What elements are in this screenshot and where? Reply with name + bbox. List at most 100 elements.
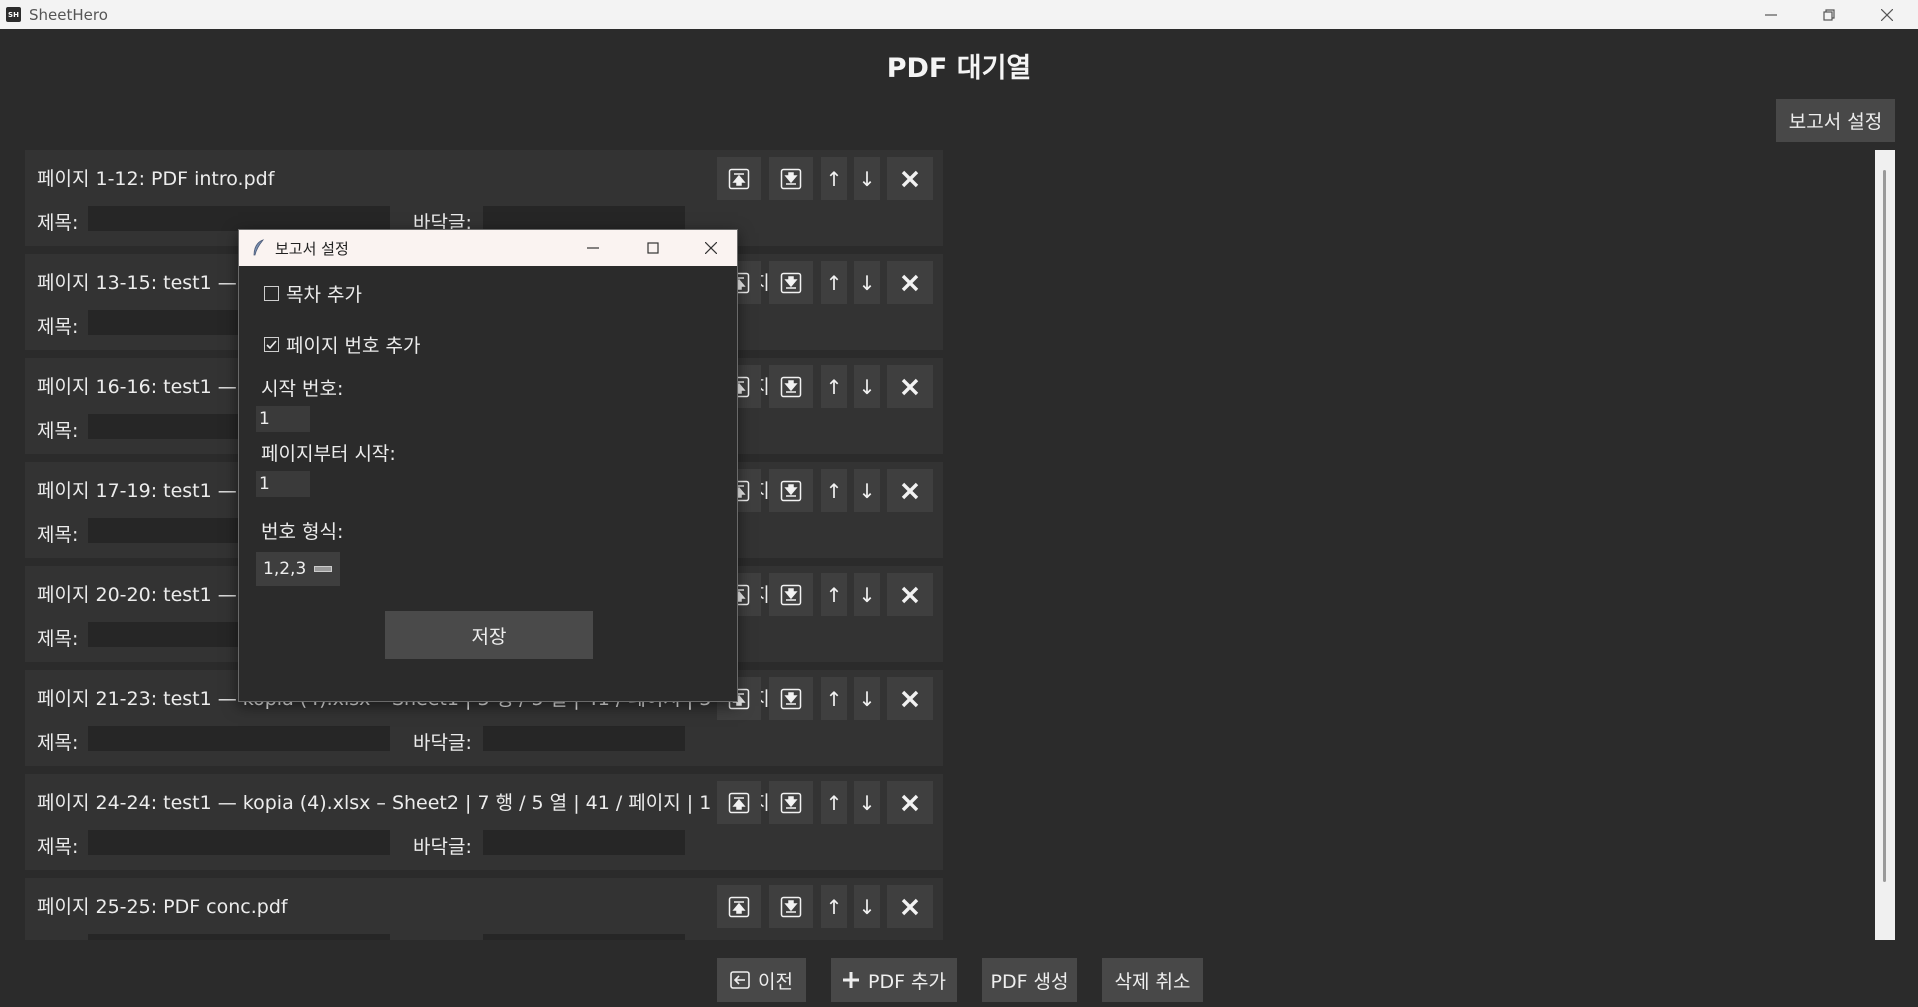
remove-entry-button[interactable] xyxy=(887,157,933,200)
dropdown-indicator-icon xyxy=(314,566,332,572)
toc-checkbox[interactable] xyxy=(264,286,279,301)
move-to-bottom-button[interactable] xyxy=(769,573,813,616)
save-button[interactable]: 저장 xyxy=(385,611,593,659)
start-from-page-label: 페이지부터 시작: xyxy=(261,443,396,465)
title-field-label: 제목: xyxy=(37,524,79,546)
move-down-button[interactable]: ↓ xyxy=(854,677,880,720)
move-down-button[interactable]: ↓ xyxy=(854,885,880,928)
remove-entry-button[interactable] xyxy=(887,885,933,928)
back-label: 이전 xyxy=(758,970,793,993)
dialog-titlebar: 보고서 설정 xyxy=(239,230,737,266)
scrollbar-thumb[interactable] xyxy=(1883,170,1886,882)
move-up-button[interactable]: ↑ xyxy=(821,261,847,304)
remove-entry-button[interactable] xyxy=(887,261,933,304)
move-up-button[interactable]: ↑ xyxy=(821,157,847,200)
minimize-icon xyxy=(587,247,599,249)
move-to-bottom-button[interactable] xyxy=(769,469,813,512)
move-down-button[interactable]: ↓ xyxy=(854,573,880,616)
back-button[interactable]: 이전 xyxy=(717,958,806,1002)
title-input[interactable] xyxy=(88,934,390,940)
move-up-button[interactable]: ↑ xyxy=(821,573,847,616)
title-field-label: 제목: xyxy=(37,836,79,858)
move-to-bottom-button[interactable] xyxy=(769,885,813,928)
minimize-button[interactable] xyxy=(1742,0,1800,29)
number-format-value: 1,2,3 xyxy=(263,559,307,579)
move-to-bottom-icon xyxy=(780,896,802,917)
window-titlebar: SH SheetHero xyxy=(0,0,1918,29)
remove-entry-button[interactable] xyxy=(887,365,933,408)
window-title: SheetHero xyxy=(29,5,108,24)
feather-icon xyxy=(253,239,265,256)
move-up-button[interactable]: ↑ xyxy=(821,365,847,408)
plus-icon xyxy=(842,972,859,988)
add-pdf-button[interactable]: PDF 추가 xyxy=(831,958,957,1002)
arrow-up-icon: ↑ xyxy=(825,790,843,815)
dialog-minimize-button[interactable] xyxy=(569,230,617,266)
title-input[interactable] xyxy=(88,830,390,855)
move-up-button[interactable]: ↑ xyxy=(821,885,847,928)
page-title: PDF 대기열 xyxy=(886,53,1032,84)
dialog-maximize-button[interactable] xyxy=(629,230,677,266)
delete-icon xyxy=(901,170,919,187)
move-up-button[interactable]: ↑ xyxy=(821,677,847,720)
close-icon xyxy=(705,242,717,254)
title-input[interactable] xyxy=(88,206,390,231)
minimize-icon xyxy=(1765,13,1777,16)
footer-field-label: 바닥글: xyxy=(413,836,472,858)
arrow-down-icon: ↓ xyxy=(858,166,876,191)
app-icon: SH xyxy=(6,7,21,22)
restore-icon xyxy=(1823,8,1835,21)
remove-entry-button[interactable] xyxy=(887,469,933,512)
footer-input[interactable] xyxy=(483,934,685,940)
close-window-button[interactable] xyxy=(1858,0,1916,29)
move-down-button[interactable]: ↓ xyxy=(854,781,880,824)
move-down-button[interactable]: ↓ xyxy=(854,261,880,304)
entry-title: 페이지 25-25: PDF conc.pdf xyxy=(37,896,288,918)
dialog-close-button[interactable] xyxy=(687,230,735,266)
move-to-bottom-button[interactable] xyxy=(769,157,813,200)
move-to-top-button[interactable] xyxy=(717,781,761,824)
footer-input[interactable] xyxy=(483,726,685,751)
arrow-up-icon: ↑ xyxy=(825,686,843,711)
move-to-bottom-button[interactable] xyxy=(769,781,813,824)
move-up-button[interactable]: ↑ xyxy=(821,781,847,824)
move-to-bottom-button[interactable] xyxy=(769,365,813,408)
page-numbers-checkbox[interactable] xyxy=(264,337,279,352)
start-number-input[interactable] xyxy=(256,406,310,432)
maximize-icon xyxy=(647,242,659,254)
report-settings-button[interactable]: 보고서 설정 xyxy=(1776,99,1895,142)
undo-delete-button[interactable]: 삭제 취소 xyxy=(1102,958,1203,1002)
generate-pdf-button[interactable]: PDF 생성 xyxy=(982,958,1077,1002)
arrow-up-icon: ↑ xyxy=(825,894,843,919)
number-format-label: 번호 형식: xyxy=(261,521,344,543)
page-numbers-label: 페이지 번호 추가 xyxy=(286,335,421,357)
move-to-bottom-button[interactable] xyxy=(769,261,813,304)
delete-icon xyxy=(901,794,919,811)
remove-entry-button[interactable] xyxy=(887,677,933,720)
footer-input[interactable] xyxy=(483,206,685,231)
start-from-page-input[interactable] xyxy=(256,471,310,497)
move-to-top-button[interactable] xyxy=(717,157,761,200)
remove-entry-button[interactable] xyxy=(887,573,933,616)
entry-title: 페이지 1-12: PDF intro.pdf xyxy=(37,168,275,190)
add-pdf-label: PDF 추가 xyxy=(867,970,947,993)
queue-entry: 페이지 25-25: PDF conc.pdf 제목: 바닥글: ↑ ↓ xyxy=(25,878,943,940)
restore-button[interactable] xyxy=(1800,0,1858,29)
move-to-bottom-button[interactable] xyxy=(769,677,813,720)
move-down-button[interactable]: ↓ xyxy=(854,469,880,512)
number-format-select[interactable]: 1,2,3 xyxy=(256,552,340,586)
remove-entry-button[interactable] xyxy=(887,781,933,824)
move-to-bottom-icon xyxy=(780,376,802,397)
arrow-up-icon: ↑ xyxy=(825,166,843,191)
move-to-top-icon xyxy=(728,896,750,917)
move-to-bottom-icon xyxy=(780,688,802,709)
move-to-top-button[interactable] xyxy=(717,885,761,928)
move-to-bottom-icon xyxy=(780,584,802,605)
back-icon xyxy=(730,971,750,989)
footer-input[interactable] xyxy=(483,830,685,855)
title-input[interactable] xyxy=(88,726,390,751)
move-up-button[interactable]: ↑ xyxy=(821,469,847,512)
move-down-button[interactable]: ↓ xyxy=(854,157,880,200)
move-down-button[interactable]: ↓ xyxy=(854,365,880,408)
entry-title: 페이지 24-24: test1 — kopia (4).xlsx – Shee… xyxy=(37,792,770,814)
